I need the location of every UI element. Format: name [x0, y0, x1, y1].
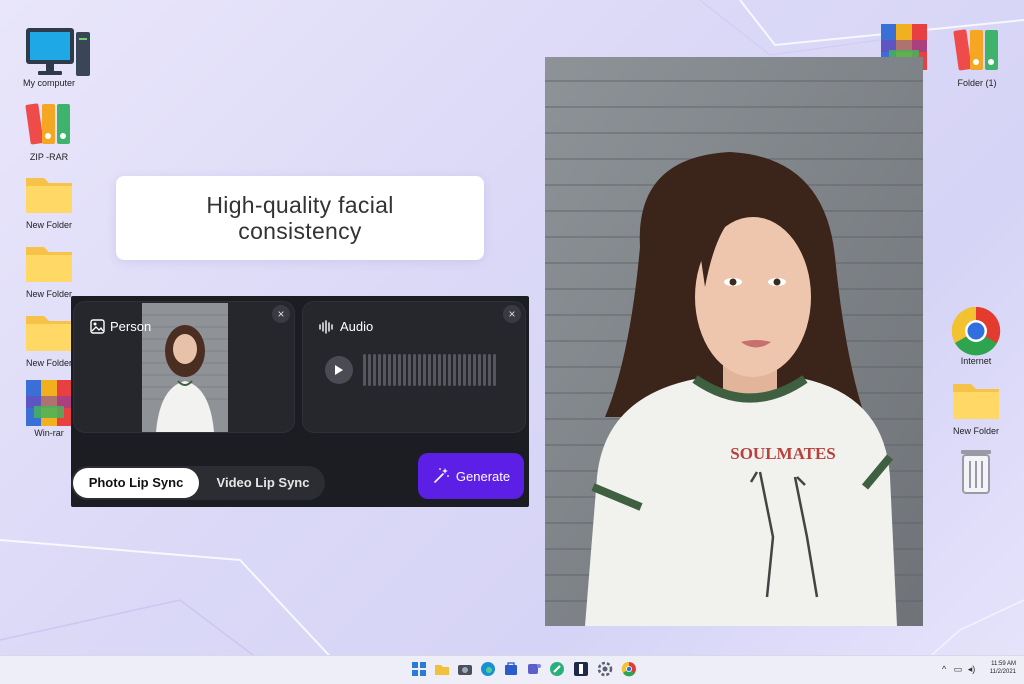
- teams-icon[interactable]: [526, 661, 542, 677]
- taskbar: ^ ▭ ◂) 11:59 AM 11/2/2021: [0, 655, 1024, 684]
- volume-icon[interactable]: ◂): [968, 664, 976, 674]
- mode-tabs: Photo Lip Sync Video Lip Sync: [71, 466, 325, 500]
- recycle-bin-icon: [951, 446, 1001, 494]
- chevron-up-icon[interactable]: ^: [942, 664, 946, 674]
- windows-icon[interactable]: [411, 661, 427, 677]
- desktop-icon-zip-rar[interactable]: ZIP -RAR: [14, 102, 84, 163]
- desktop-icon-new-folder-right[interactable]: New Folder: [941, 376, 1011, 437]
- folder-icon: [951, 376, 1001, 422]
- audio-waveform: [363, 354, 496, 386]
- edge-icon[interactable]: [480, 661, 496, 677]
- person-thumbnail: [142, 303, 228, 432]
- close-icon[interactable]: ×: [272, 305, 290, 323]
- desktop-icon-label: ZIP -RAR: [29, 152, 69, 162]
- system-tray-icons[interactable]: ^ ▭ ◂): [942, 664, 975, 675]
- audio-card-title: Audio: [319, 319, 373, 334]
- folder-icon: [24, 239, 74, 285]
- person-card[interactable]: Person ×: [73, 301, 295, 433]
- image-icon: [90, 319, 105, 334]
- chrome-icon[interactable]: [621, 661, 637, 677]
- clock-time: 11:59 AM: [991, 661, 1016, 667]
- maps-icon[interactable]: [549, 661, 565, 677]
- caption-card: High-quality facial consistency: [116, 176, 484, 260]
- desktop-icon-new-folder-2[interactable]: New Folder: [14, 239, 84, 300]
- play-icon: [335, 365, 343, 375]
- store-icon[interactable]: [503, 661, 519, 677]
- portrait-photo: SOULMATES: [545, 57, 923, 626]
- audio-card[interactable]: Audio ×: [302, 301, 526, 433]
- desktop-icon-internet[interactable]: Internet: [941, 306, 1011, 367]
- caption-text: High-quality facial consistency: [206, 192, 394, 244]
- tab-photo-lip-sync[interactable]: Photo Lip Sync: [73, 468, 199, 498]
- network-icon[interactable]: ▭: [954, 664, 963, 674]
- folder-icon: [24, 308, 74, 354]
- desktop-icon-label: My computer: [22, 78, 75, 88]
- generate-label: Generate: [455, 468, 511, 484]
- desktop-icon-new-folder-1[interactable]: New Folder: [14, 170, 84, 231]
- binders-icon: [952, 28, 1002, 74]
- app-icon[interactable]: [573, 661, 589, 677]
- desktop-icon-label: New Folder: [952, 426, 999, 436]
- desktop-icon-label: New Folder: [25, 220, 72, 230]
- folder-icon: [24, 170, 74, 216]
- lip-sync-app-panel: Person × Audio × Photo Lip Sync Video Li…: [71, 296, 529, 507]
- computer-icon: [24, 28, 90, 76]
- explorer-icon[interactable]: [434, 661, 450, 677]
- magic-wand-icon: [434, 468, 449, 483]
- play-button[interactable]: [325, 356, 353, 384]
- desktop-icon-label: Folder (1): [957, 78, 997, 88]
- settings-icon[interactable]: [597, 661, 613, 677]
- desktop-icon-folder-1[interactable]: Folder (1): [942, 28, 1012, 89]
- clock[interactable]: 11:59 AM 11/2/2021: [990, 660, 1016, 676]
- desktop-icon-recycle-bin[interactable]: [941, 446, 1011, 496]
- tab-video-lip-sync[interactable]: Video Lip Sync: [203, 468, 323, 498]
- generate-button[interactable]: Generate: [418, 453, 524, 499]
- shirt-print-text: SOULMATES: [730, 444, 836, 463]
- desktop-icon-label: Internet: [960, 356, 992, 366]
- waveform-icon: [319, 319, 333, 334]
- person-card-title: Person: [90, 319, 151, 334]
- winrar-icon: [24, 378, 74, 426]
- camera-icon[interactable]: [457, 661, 473, 677]
- close-icon[interactable]: ×: [503, 305, 521, 323]
- audio-card-label: Audio: [340, 319, 374, 334]
- person-card-label: Person: [110, 319, 152, 334]
- binders-icon: [24, 102, 74, 148]
- desktop-icon-my-computer[interactable]: My computer: [14, 28, 90, 89]
- chrome-icon: [951, 306, 1001, 356]
- clock-date: 11/2/2021: [989, 669, 1016, 675]
